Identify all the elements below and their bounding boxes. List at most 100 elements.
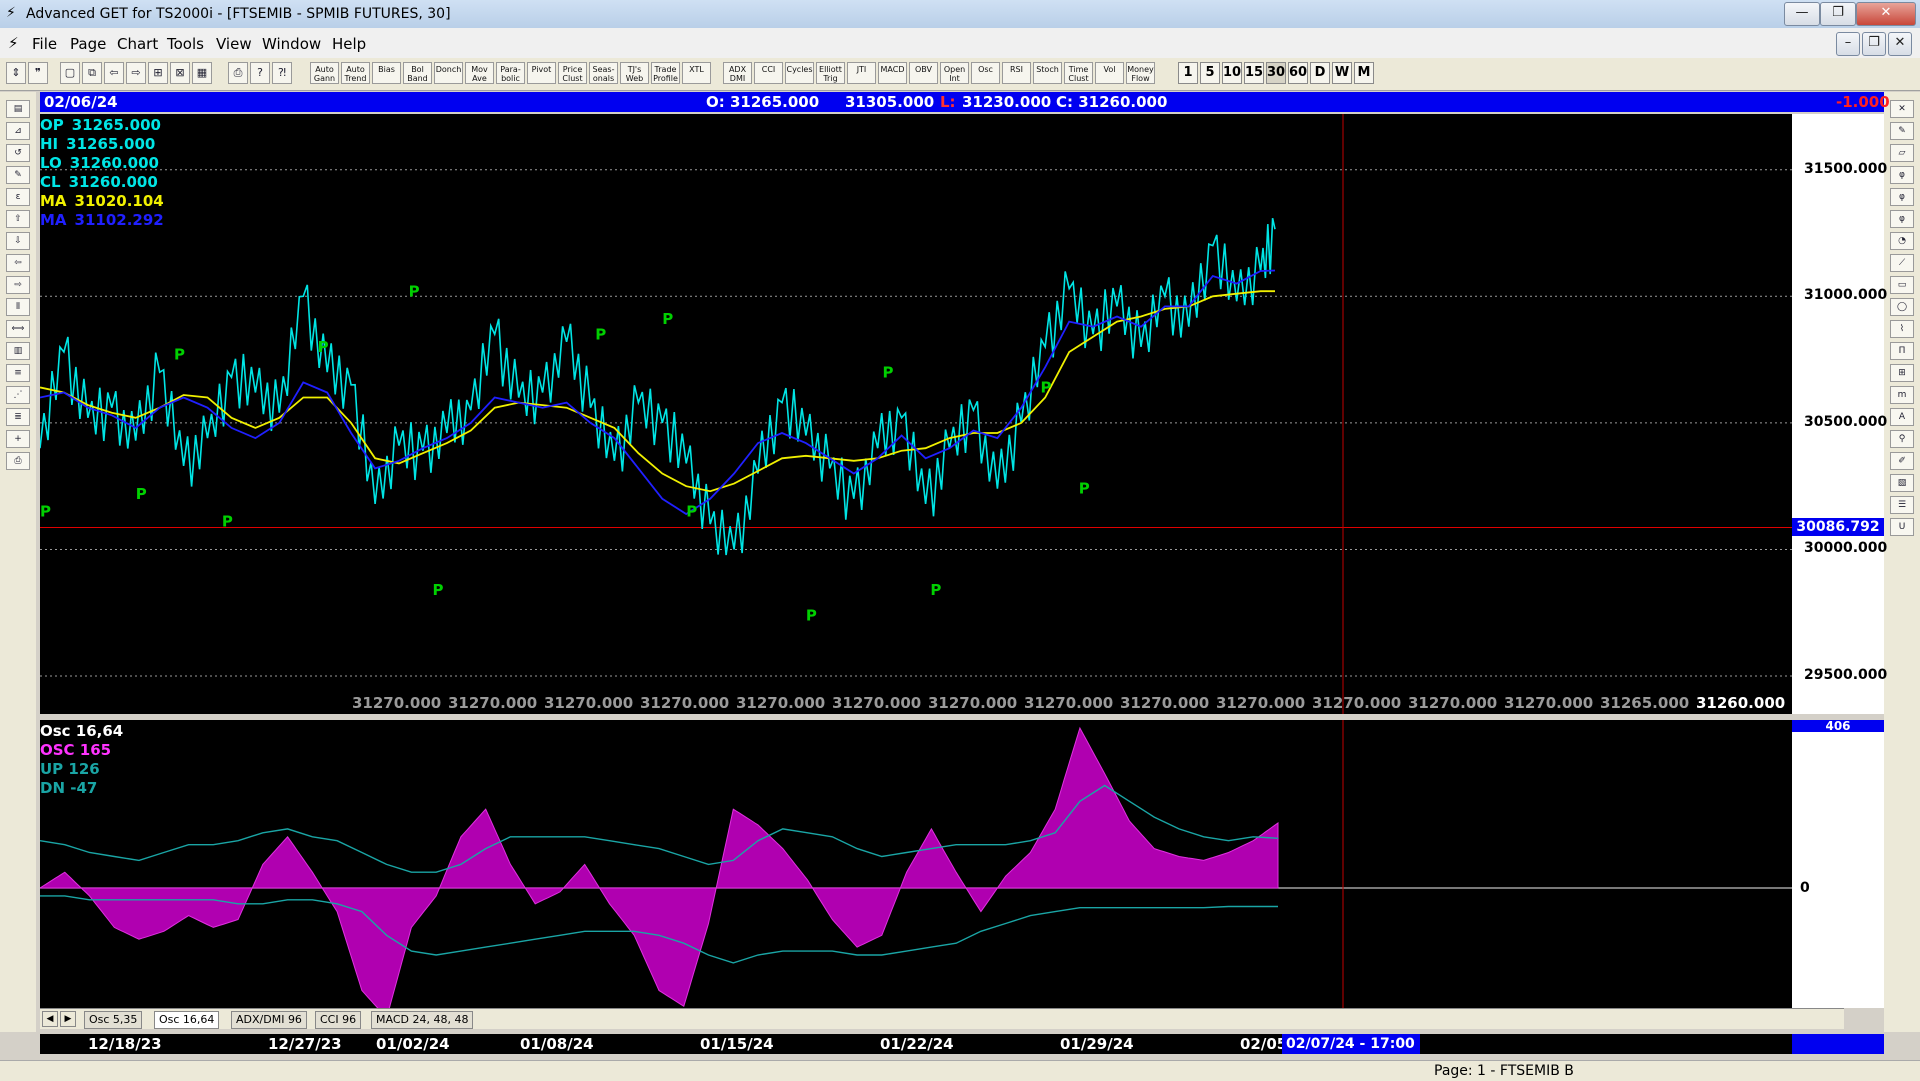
study-button-tj-s-web[interactable]: TJ's Web <box>620 62 649 84</box>
study-button-stoch[interactable]: Stoch <box>1033 62 1062 84</box>
interval-button-d[interactable]: D <box>1310 62 1330 84</box>
study-button-open-int[interactable]: Open Int <box>940 62 969 84</box>
print-icon[interactable]: ⎙ <box>6 452 30 470</box>
back-icon[interactable]: ⇦ <box>104 62 124 84</box>
tab-scroll-right-icon[interactable]: ▶ <box>60 1011 76 1027</box>
eraser-icon[interactable]: ▱ <box>1890 144 1914 162</box>
zoom-icon[interactable]: ⚲ <box>1890 430 1914 448</box>
cycle-icon[interactable]: ◔ <box>1890 232 1914 250</box>
elliott-icon[interactable]: ε <box>6 188 30 206</box>
menu-help[interactable]: Help <box>332 35 366 53</box>
interval-button-30[interactable]: 30 <box>1266 62 1286 84</box>
interval-button-5[interactable]: 5 <box>1200 62 1220 84</box>
study-button-auto-trend[interactable]: Auto Trend <box>341 62 370 84</box>
cross-icon[interactable]: + <box>6 430 30 448</box>
tab-cci-96[interactable]: CCI 96 <box>315 1011 362 1029</box>
forward-icon[interactable]: ⇨ <box>126 62 146 84</box>
study-button-adx-dmi[interactable]: ADX DMI <box>723 62 752 84</box>
mdi-minimize-button[interactable]: – <box>1836 32 1860 56</box>
study-button-mov-ave[interactable]: Mov Ave <box>465 62 494 84</box>
study-button-para-bolic[interactable]: Para-bolic <box>496 62 525 84</box>
tab-scroll-left-icon[interactable]: ◀ <box>42 1011 58 1027</box>
oscillator-panel[interactable]: Osc 16,64 OSC 165 UP 126 DN -47 <box>40 720 1884 1008</box>
right-icon[interactable]: ⇨ <box>6 276 30 294</box>
grid-icon[interactable]: ⊞ <box>1890 364 1914 382</box>
study-button-xtl[interactable]: XTL <box>682 62 711 84</box>
menu-page[interactable]: Page <box>70 35 106 53</box>
fib-ext-icon[interactable]: φ <box>1890 188 1914 206</box>
study-icon[interactable]: ✎ <box>6 166 30 184</box>
range-icon[interactable]: ⟺ <box>6 320 30 338</box>
fib-time-icon[interactable]: φ <box>1890 210 1914 228</box>
help-icon[interactable]: ? <box>250 62 270 84</box>
interval-button-60[interactable]: 60 <box>1288 62 1308 84</box>
fib-ret-icon[interactable]: φ <box>1890 166 1914 184</box>
tab-osc-16-64[interactable]: Osc 16,64 <box>154 1011 220 1029</box>
up-icon[interactable]: ⇧ <box>6 210 30 228</box>
interval-button-w[interactable]: W <box>1332 62 1352 84</box>
gann-fan-icon[interactable]: ⋰ <box>6 386 30 404</box>
paint-icon[interactable]: ✐ <box>1890 452 1914 470</box>
print-icon[interactable]: ⎙ <box>228 62 248 84</box>
lines-icon[interactable]: ≡ <box>6 364 30 382</box>
box-icon[interactable]: ▭ <box>1890 276 1914 294</box>
oscillator-axis[interactable]: 406 0 <box>1792 720 1884 1008</box>
pitch-icon[interactable]: ⫴ <box>6 298 30 316</box>
study-button-vol[interactable]: Vol <box>1095 62 1124 84</box>
study-button-bol-band[interactable]: Bol Band <box>403 62 432 84</box>
study-button-seas-onals[interactable]: Seas-onals <box>589 62 618 84</box>
study-button-elliott-trig[interactable]: Elliott Trig <box>816 62 845 84</box>
menu-tools[interactable]: Tools <box>167 35 204 53</box>
mdi-close-button[interactable]: ✕ <box>1888 32 1912 56</box>
menu-view[interactable]: View <box>216 35 252 53</box>
window-tile-icon[interactable]: ⊞ <box>148 62 168 84</box>
price-chart[interactable]: PPPPPPPPPPPPPPP OP 31265.000 HI 31265.000 LO… <box>40 114 1884 714</box>
study-button-auto-gann[interactable]: Auto Gann <box>310 62 339 84</box>
study-button-macd[interactable]: MACD <box>878 62 907 84</box>
pointer-icon[interactable]: ⇕ <box>6 62 26 84</box>
pencil-icon[interactable]: ✎ <box>1890 122 1914 140</box>
interval-button-m[interactable]: M <box>1354 62 1374 84</box>
study-button-obv[interactable]: OBV <box>909 62 938 84</box>
new-page-icon[interactable]: ▢ <box>60 62 80 84</box>
delete-icon[interactable]: ⊠ <box>170 62 190 84</box>
study-button-pivot[interactable]: Pivot <box>527 62 556 84</box>
study-button-cci[interactable]: CCI <box>754 62 783 84</box>
interval-button-15[interactable]: 15 <box>1244 62 1264 84</box>
study-button-trade-profile[interactable]: Trade Profile <box>651 62 680 84</box>
close-button[interactable]: ✕ <box>1856 2 1916 26</box>
gann-icon[interactable]: ⊿ <box>6 122 30 140</box>
tab-macd-24-48-48[interactable]: MACD 24, 48, 48 <box>371 1011 474 1029</box>
trend-icon[interactable]: ⟋ <box>1890 254 1914 272</box>
reset-icon[interactable]: ↺ <box>6 144 30 162</box>
mob-icon[interactable]: m <box>1890 386 1914 404</box>
tab-adx-dmi-96[interactable]: ADX/DMI 96 <box>231 1011 307 1029</box>
interval-button-1[interactable]: 1 <box>1178 62 1198 84</box>
study-button-price-clust[interactable]: Price Clust <box>558 62 587 84</box>
minimize-button[interactable]: — <box>1784 2 1820 26</box>
mdi-restore-button[interactable]: ❐ <box>1862 32 1886 56</box>
study-button-rsi[interactable]: RSI <box>1002 62 1031 84</box>
fib-icon[interactable]: ≣ <box>6 408 30 426</box>
u-turn-icon[interactable]: U <box>1890 518 1914 536</box>
study-button-money-flow[interactable]: Money Flow <box>1126 62 1155 84</box>
maximize-button[interactable]: ❐ <box>1820 2 1856 26</box>
menu-window[interactable]: Window <box>262 35 321 53</box>
ellipse-icon[interactable]: ◯ <box>1890 298 1914 316</box>
close-icon[interactable]: ✕ <box>1890 100 1914 118</box>
tab-osc-5-35[interactable]: Osc 5,35 <box>84 1011 143 1029</box>
left-icon[interactable]: ⇦ <box>6 254 30 272</box>
grid-icon[interactable]: ▦ <box>192 62 212 84</box>
quote-icon[interactable]: ❞ <box>28 62 48 84</box>
stack-icon[interactable]: ▧ <box>1890 474 1914 492</box>
study-button-jti[interactable]: JTI <box>847 62 876 84</box>
down-icon[interactable]: ⇩ <box>6 232 30 250</box>
bars-icon[interactable]: ▥ <box>6 342 30 360</box>
open-icon[interactable]: ▤ <box>6 100 30 118</box>
study-button-cycles[interactable]: Cycles <box>785 62 814 84</box>
study-button-bias[interactable]: Bias <box>372 62 401 84</box>
menu-chart[interactable]: Chart <box>117 35 158 53</box>
text-icon[interactable]: A <box>1890 408 1914 426</box>
menu-file[interactable]: File <box>32 35 57 53</box>
study-button-time-clust[interactable]: Time Clust <box>1064 62 1093 84</box>
